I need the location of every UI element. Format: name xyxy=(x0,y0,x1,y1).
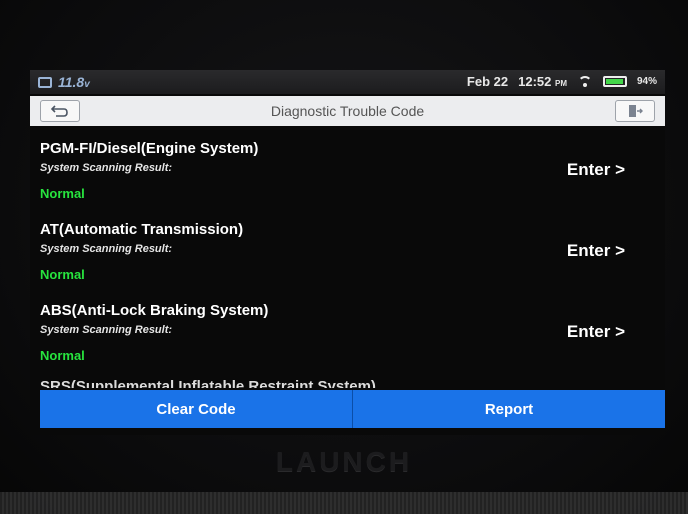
enter-button[interactable]: Enter > xyxy=(567,241,625,261)
battery-icon xyxy=(602,76,627,87)
system-item-srs-partial[interactable]: SRS(Supplemental Inflatable Restraint Sy… xyxy=(40,378,376,388)
status-date: Feb 22 xyxy=(466,74,509,89)
system-item-engine[interactable]: PGM-FI/Diesel(Engine System) System Scan… xyxy=(30,132,665,213)
enter-button[interactable]: Enter > xyxy=(567,322,625,342)
action-bar: Clear Code Report xyxy=(40,390,665,428)
battery-percent: 94% xyxy=(636,76,657,87)
scan-result-label: System Scanning Result: xyxy=(40,243,173,255)
system-name: ABS(Anti-Lock Braking System) xyxy=(40,302,269,319)
scan-result-status: Normal xyxy=(40,267,85,282)
exit-button[interactable] xyxy=(615,100,655,122)
system-item-transmission[interactable]: AT(Automatic Transmission) System Scanni… xyxy=(30,213,665,294)
surface-texture xyxy=(0,492,688,514)
scan-result-label: System Scanning Result: xyxy=(40,162,173,174)
page-title: Diagnostic Trouble Code xyxy=(270,103,425,119)
status-left: 11.8v xyxy=(38,74,90,90)
device-screen: 11.8v Feb 22 12:52 PM 94% Diagnostic Tro… xyxy=(30,70,665,435)
status-time: 12:52 PM xyxy=(518,74,567,89)
brand-logo: LAUNCH xyxy=(275,446,413,477)
back-arrow-icon xyxy=(50,105,68,117)
scan-result-label: System Scanning Result: xyxy=(40,324,173,336)
system-name: AT(Automatic Transmission) xyxy=(40,221,244,238)
system-item-abs[interactable]: ABS(Anti-Lock Braking System) System Sca… xyxy=(30,294,665,375)
enter-button[interactable]: Enter > xyxy=(567,160,625,180)
report-button[interactable]: Report xyxy=(353,390,665,428)
title-bar: Diagnostic Trouble Code xyxy=(30,96,665,126)
clear-code-button[interactable]: Clear Code xyxy=(40,390,353,428)
scan-result-status: Normal xyxy=(40,348,85,363)
status-right: Feb 22 12:52 PM 94% xyxy=(467,74,657,89)
system-list: PGM-FI/Diesel(Engine System) System Scan… xyxy=(30,132,665,390)
exit-icon xyxy=(629,105,643,117)
battery-voltage: 11.8v xyxy=(58,74,90,90)
scan-result-status: Normal xyxy=(40,186,85,201)
calendar-icon xyxy=(38,76,52,88)
battery-fill xyxy=(605,79,623,84)
system-name: PGM-FI/Diesel(Engine System) xyxy=(40,140,259,157)
status-bar: 11.8v Feb 22 12:52 PM 94% xyxy=(30,70,665,94)
back-button[interactable] xyxy=(40,100,80,122)
wifi-icon xyxy=(577,75,593,89)
